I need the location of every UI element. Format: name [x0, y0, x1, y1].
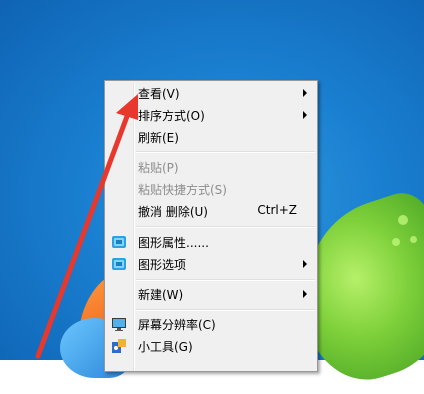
- annotation-arrow: [35, 94, 138, 359]
